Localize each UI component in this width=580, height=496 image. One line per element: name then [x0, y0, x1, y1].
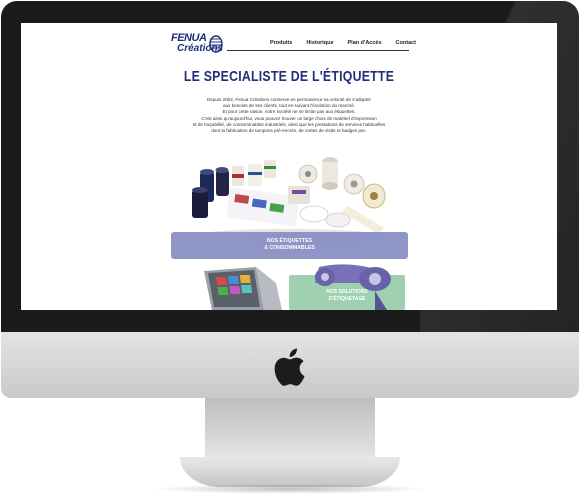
stand-shadow [150, 484, 430, 494]
banner-line: & CONSOMMABLES [264, 245, 315, 251]
intro-line: dont la fabrication de tampons pré-encré… [211, 128, 367, 134]
labeling-solutions-text: NOS SOLUTIONS D'ÉTIQUETAGE [289, 289, 405, 302]
nav-contact[interactable]: Contact [396, 40, 416, 46]
site-logo[interactable]: FENUA Créations [171, 32, 227, 58]
banner-line: NOS ÉTIQUETTES [266, 238, 313, 244]
labels-consumables-banner[interactable]: NOS ÉTIQUETTES & CONSOMMABLES [171, 232, 408, 259]
nav-divider [227, 50, 409, 51]
main-nav: Produits Historique Plan d'Accès Contact [270, 40, 430, 46]
apple-logo-icon [274, 348, 305, 386]
page-title: LE SPECIALISTE DE L'ÉTIQUETTE [183, 68, 395, 85]
intro-paragraph: Depuis 2002, Fenua Créations conserve en… [161, 97, 417, 134]
pos-terminal-image[interactable] [184, 263, 284, 310]
screen: FENUA Créations Produits Historique Plan… [21, 23, 557, 310]
monitor-stand-neck [205, 398, 375, 460]
banner-line: D'ÉTIQUETAGE [328, 295, 366, 302]
nav-produits[interactable]: Produits [270, 40, 292, 46]
labels-consumables-text: NOS ÉTIQUETTES & CONSOMMABLES [171, 238, 408, 252]
label-gun-image [315, 264, 391, 310]
labels-products-image [192, 157, 386, 243]
logo-roll-icon [209, 35, 223, 53]
nav-plan-acces[interactable]: Plan d'Accès [348, 40, 382, 46]
nav-historique[interactable]: Historique [306, 40, 333, 46]
monitor-stand-foot [180, 457, 400, 487]
